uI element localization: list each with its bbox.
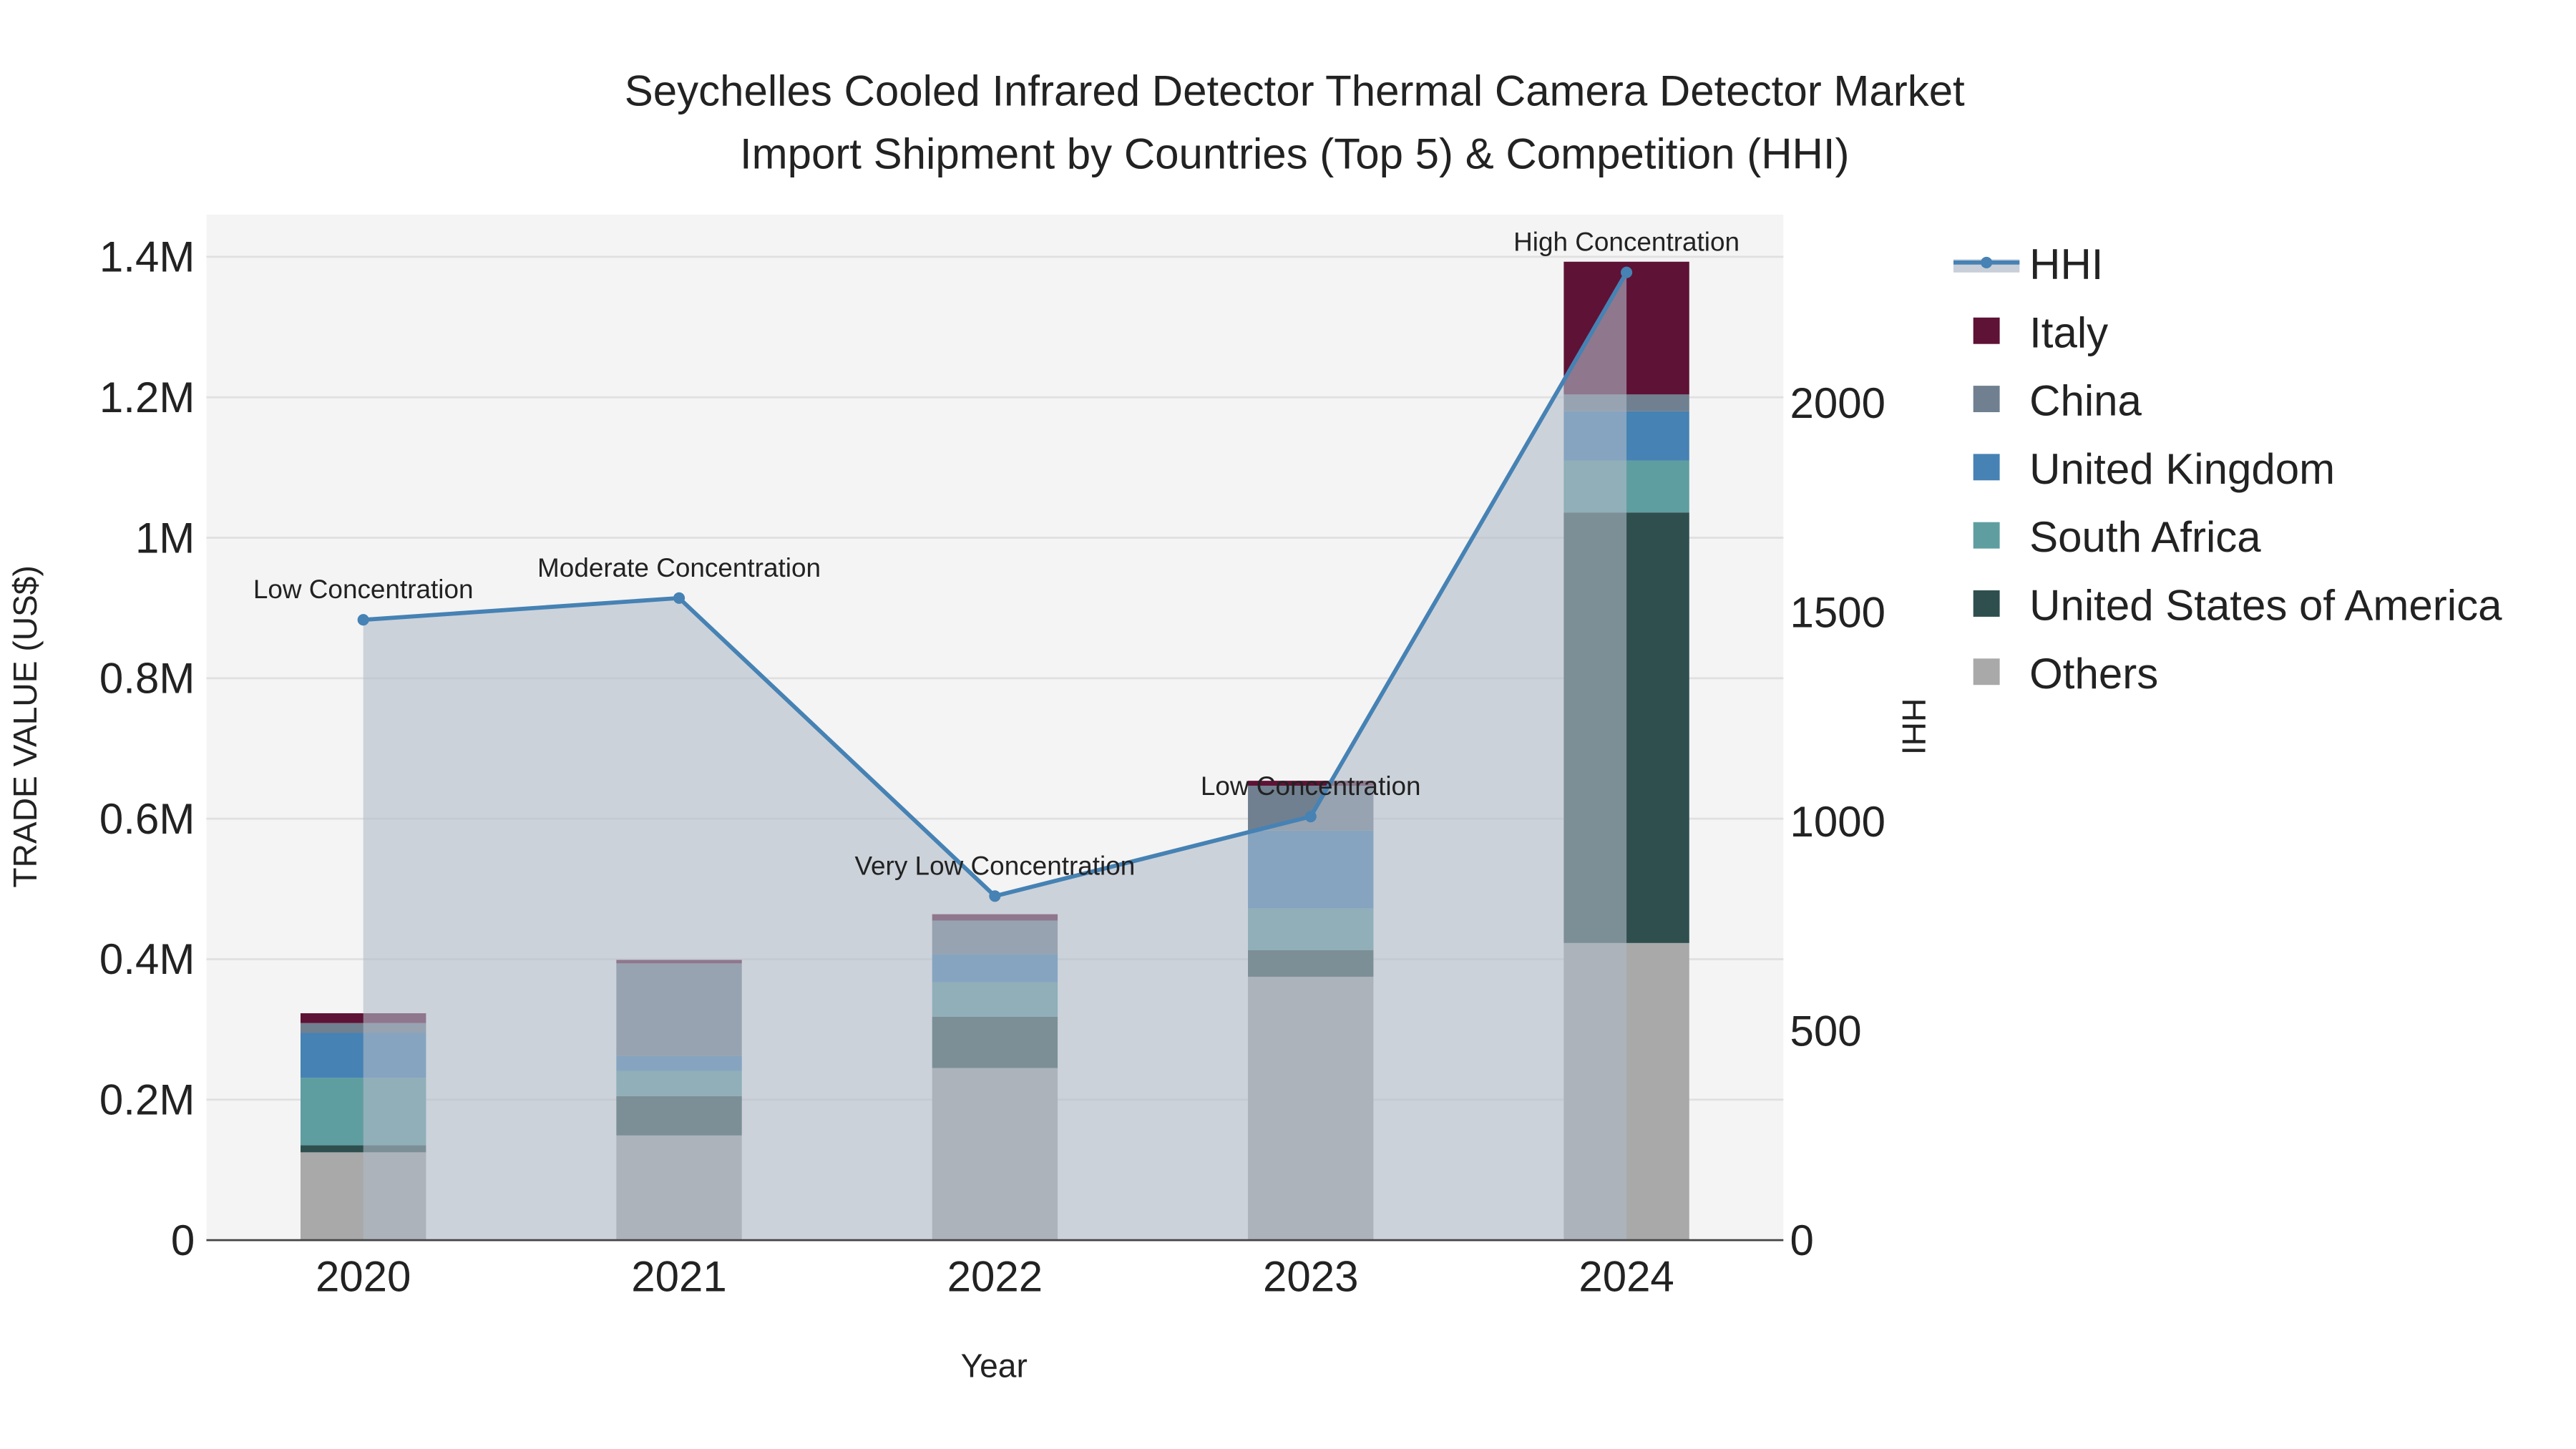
x-axis-label: Year xyxy=(961,1347,1028,1385)
y-tick-label: 0.2M xyxy=(99,1076,195,1124)
hhi-annotation: Low Concentration xyxy=(1201,771,1421,801)
y-tick-label: 1.4M xyxy=(99,233,195,281)
legend-hhi-marker-icon xyxy=(1981,256,1993,268)
y2-tick-label: 1500 xyxy=(1790,588,1885,636)
y-tick-label: 1M xyxy=(135,514,195,562)
legend-swatch xyxy=(1973,590,2000,617)
x-tick-label: 2021 xyxy=(631,1253,726,1301)
legend-swatch xyxy=(1973,658,2000,686)
legend-swatch xyxy=(1973,386,2000,412)
y2-tick-label: 1000 xyxy=(1790,798,1885,846)
x-tick-label: 2024 xyxy=(1579,1253,1674,1301)
y-tick-label: 1.2M xyxy=(99,374,195,421)
y-axis-label: TRADE VALUE (US$) xyxy=(6,565,44,887)
hhi-annotation: Low Concentration xyxy=(253,575,474,604)
hhi-annotation: High Concentration xyxy=(1513,228,1740,257)
y2-tick-label: 0 xyxy=(1790,1216,1814,1264)
legend-swatch xyxy=(1973,522,2000,549)
chart: Low Concentration Moderate Concentration V… xyxy=(6,67,2502,1385)
y-tick-label: 0.6M xyxy=(99,795,195,843)
x-tick-label: 2023 xyxy=(1263,1253,1358,1301)
hhi-point-2023 xyxy=(1304,811,1317,823)
legend-item-united-states-of-america: United States of America xyxy=(1973,582,2502,630)
x-tick-label: 2022 xyxy=(947,1253,1043,1301)
legend-label: HHI xyxy=(2029,240,2103,288)
chart-title-line1: Seychelles Cooled Infrared Detector Ther… xyxy=(625,67,1965,115)
legend-item-others: Others xyxy=(1973,650,2158,698)
legend-label: United States of America xyxy=(2029,582,2502,630)
legend-swatch xyxy=(1973,317,2000,344)
hhi-annotation: Very Low Concentration xyxy=(854,851,1135,880)
y2-tick-label: 2000 xyxy=(1790,379,1885,427)
hhi-annotation: Moderate Concentration xyxy=(537,553,821,582)
x-tick-label: 2020 xyxy=(316,1253,411,1301)
hhi-point-2022 xyxy=(989,890,1001,902)
hhi-point-2020 xyxy=(357,614,369,626)
hhi-point-2021 xyxy=(673,592,686,604)
y2-axis-label: HHI xyxy=(1895,698,1932,755)
legend-label: Others xyxy=(2029,650,2158,698)
y-tick-label: 0.4M xyxy=(99,935,195,983)
y-tick-label: 0 xyxy=(171,1216,195,1264)
legend-label: China xyxy=(2029,377,2142,425)
y-tick-label: 0.8M xyxy=(99,655,195,703)
legend-label: South Africa xyxy=(2029,513,2261,561)
hhi-point-2024 xyxy=(1621,266,1633,278)
legend-item-italy: Italy xyxy=(1973,308,2108,356)
legend-swatch xyxy=(1973,454,2000,481)
legend-item-hhi: HHI xyxy=(1953,240,2103,288)
legend-item-south-africa: South Africa xyxy=(1973,513,2261,561)
chart-title-line2: Import Shipment by Countries (Top 5) & C… xyxy=(740,130,1850,177)
legend-item-united-kingdom: United Kingdom xyxy=(1973,445,2335,493)
y2-tick-label: 500 xyxy=(1790,1007,1862,1055)
legend-label: United Kingdom xyxy=(2029,445,2335,493)
legend-label: Italy xyxy=(2029,308,2108,356)
legend-item-china: China xyxy=(1973,377,2142,425)
